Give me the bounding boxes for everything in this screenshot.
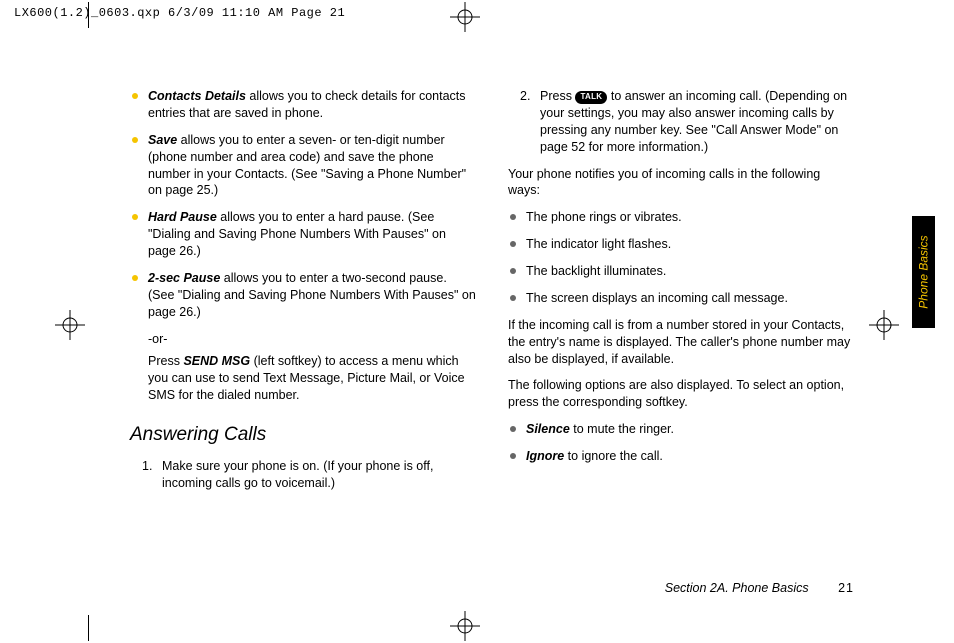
list-item: The screen displays an incoming call mes… <box>522 290 854 307</box>
step-number: 2. <box>520 88 530 105</box>
notify-bullets: The phone rings or vibrates. The indicat… <box>508 209 854 307</box>
body-columns: Contacts Details allows you to check det… <box>130 88 854 501</box>
bullet-lead: 2-sec Pause <box>148 271 220 285</box>
page-frame: Contacts Details allows you to check det… <box>80 20 924 623</box>
bullet-lead: Contacts Details <box>148 89 246 103</box>
right-column: 2. Press TALK to answer an incoming call… <box>508 88 854 501</box>
option-bullets: Silence to mute the ringer. Ignore to ig… <box>508 421 854 465</box>
bullet-lead: Save <box>148 133 177 147</box>
list-item: Silence to mute the ringer. <box>522 421 854 438</box>
softkey-label: SEND MSG <box>183 354 250 368</box>
list-item: Ignore to ignore the call. <box>522 448 854 465</box>
list-item: Save allows you to enter a seven- or ten… <box>144 132 476 200</box>
step-text-a: Press <box>540 89 575 103</box>
bullet-text: The indicator light flashes. <box>526 237 671 251</box>
bullet-lead: Hard Pause <box>148 210 217 224</box>
slug-line: LX600(1.2)_0603.qxp 6/3/09 11:10 AM Page… <box>14 6 345 20</box>
list-item: The indicator light flashes. <box>522 236 854 253</box>
page-number: 21 <box>838 581 854 595</box>
talk-key-icon: TALK <box>575 91 607 105</box>
list-item: Contacts Details allows you to check det… <box>144 88 476 122</box>
step-text: Make sure your phone is on. (If your pho… <box>162 459 433 490</box>
bullet-rest: to ignore the call. <box>564 449 663 463</box>
bullet-rest: allows you to enter a seven- or ten-digi… <box>148 133 466 198</box>
list-item: 2-sec Pause allows you to enter a two-se… <box>144 270 476 321</box>
step-number: 1. <box>142 458 152 475</box>
list-item: Hard Pause allows you to enter a hard pa… <box>144 209 476 260</box>
steps-list-cont: 2. Press TALK to answer an incoming call… <box>508 88 854 156</box>
section-label: Section 2A. Phone Basics <box>665 581 809 595</box>
body-paragraph: The following options are also displayed… <box>508 377 854 411</box>
steps-list: 1. Make sure your phone is on. (If your … <box>130 458 476 492</box>
left-column: Contacts Details allows you to check det… <box>130 88 476 501</box>
page-footer: Section 2A. Phone Basics 21 <box>665 581 854 595</box>
body-paragraph: If the incoming call is from a number st… <box>508 317 854 368</box>
list-item: The phone rings or vibrates. <box>522 209 854 226</box>
bullet-text: The phone rings or vibrates. <box>526 210 682 224</box>
bullet-lead: Ignore <box>526 449 564 463</box>
body-paragraph: Your phone notifies you of incoming call… <box>508 166 854 200</box>
press-prefix: Press <box>148 354 183 368</box>
step-item: 2. Press TALK to answer an incoming call… <box>526 88 854 156</box>
bullet-rest: to mute the ringer. <box>570 422 674 436</box>
heading-answering-calls: Answering Calls <box>130 422 476 448</box>
feature-bullets: Contacts Details allows you to check det… <box>130 88 476 321</box>
bullet-text: The screen displays an incoming call mes… <box>526 291 788 305</box>
bullet-text: The backlight illuminates. <box>526 264 666 278</box>
or-separator: -or- <box>148 331 476 348</box>
step-item: 1. Make sure your phone is on. (If your … <box>148 458 476 492</box>
bullet-lead: Silence <box>526 422 570 436</box>
list-item: The backlight illuminates. <box>522 263 854 280</box>
press-sendmsg: Press SEND MSG (left softkey) to access … <box>148 353 476 404</box>
